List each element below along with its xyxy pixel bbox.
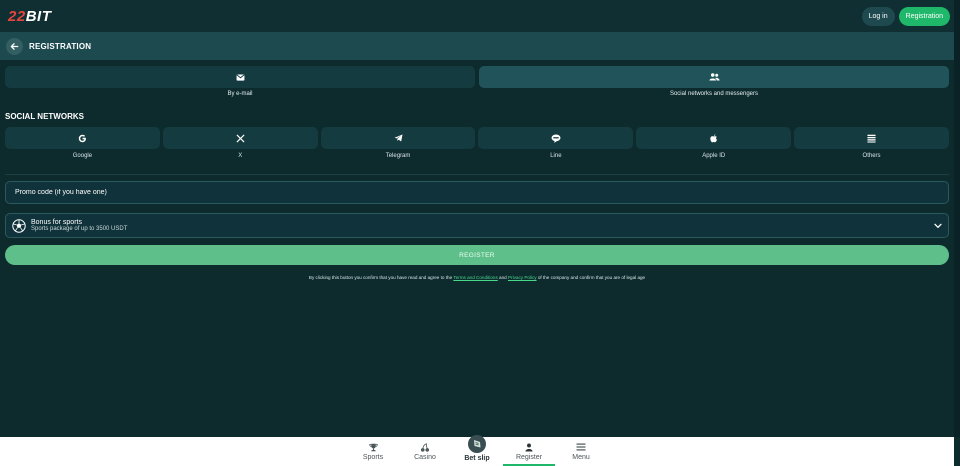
consent-after: of the company and confirm that you are …: [536, 275, 646, 280]
apple-icon: [710, 133, 717, 142]
telegram-label: Telegram: [385, 153, 411, 159]
nav-menu-label: Menu: [572, 453, 590, 461]
arrow-left-icon: [10, 42, 19, 50]
tab-email-label: By e-mail: [227, 91, 253, 97]
cherries-icon: [420, 442, 430, 452]
nav-register[interactable]: Register: [503, 437, 555, 466]
bonus-text: Bonus for sports Sports package of up to…: [31, 219, 929, 233]
nav-register-label: Register: [515, 453, 543, 461]
telegram-button[interactable]: [320, 127, 476, 149]
bottom-navigation: Sports Casino Bet slip Register Menu: [0, 435, 954, 466]
list-icon: [867, 134, 876, 143]
chevron-down-icon: [934, 223, 942, 228]
login-button[interactable]: Log in: [861, 6, 895, 26]
tab-social-label: Social networks and messengers: [669, 91, 759, 97]
social-networks-title: SOCIAL NETWORKS: [5, 112, 84, 121]
line-icon: [551, 133, 561, 143]
nav-casino-label: Casino: [414, 453, 436, 461]
apple-id-label: Apple ID: [702, 153, 726, 159]
tab-email[interactable]: [5, 66, 475, 88]
bonus-subtitle: Sports package of up to 3500 USDT: [31, 226, 128, 233]
scrollbar[interactable]: [954, 0, 960, 437]
nav-sports[interactable]: Sports: [347, 437, 399, 466]
consent-before: By clicking this button you confirm that…: [308, 275, 454, 280]
social-labels: Google X Telegram Line Apple ID Others: [5, 153, 949, 163]
tab-social-networks[interactable]: [479, 66, 949, 88]
line-label: Line: [550, 153, 562, 159]
soccer-ball-icon: [12, 218, 26, 233]
nav-casino[interactable]: Casino: [399, 437, 451, 466]
users-icon: [708, 73, 720, 81]
nav-menu[interactable]: Menu: [555, 437, 607, 466]
x-label: X: [238, 153, 243, 159]
registration-method-tabs: [5, 66, 949, 88]
logo-number: 22: [8, 7, 26, 25]
divider: [5, 174, 949, 175]
hamburger-icon: [576, 443, 586, 452]
others-button[interactable]: [794, 127, 949, 149]
consent-text: By clicking this button you confirm that…: [0, 275, 954, 280]
google-icon: [78, 134, 86, 142]
x-icon: [236, 133, 245, 143]
bonus-title: Bonus for sports: [31, 218, 82, 226]
header-actions: Log in Registration: [861, 6, 950, 26]
promo-code-field[interactable]: [5, 181, 949, 204]
back-button[interactable]: [6, 37, 23, 55]
x-button[interactable]: [162, 127, 318, 149]
user-icon: [525, 443, 533, 452]
social-buttons: [5, 127, 949, 149]
privacy-link[interactable]: Privacy Policy: [508, 275, 537, 280]
method-labels: By e-mail Social networks and messengers: [5, 91, 949, 101]
register-button[interactable]: REGISTER: [5, 245, 949, 265]
terms-link[interactable]: Terms and Conditions: [453, 275, 497, 280]
top-header: 22 BIT Log in Registration: [0, 0, 960, 32]
line-button[interactable]: [478, 127, 634, 149]
bonus-select[interactable]: Bonus for sports Sports package of up to…: [5, 213, 949, 238]
registration-bar: REGISTRATION: [0, 32, 960, 60]
registration-button[interactable]: Registration: [898, 6, 950, 26]
promo-code-input[interactable]: [13, 188, 941, 197]
nav-bet-slip-label: Bet slip: [464, 455, 490, 462]
trophy-icon: [368, 443, 378, 452]
page-title: REGISTRATION: [29, 41, 92, 51]
telegram-icon: [394, 134, 403, 142]
nav-bet-slip[interactable]: Bet slip: [451, 435, 503, 466]
consent-middle: and: [497, 275, 508, 280]
google-label: Google: [72, 153, 93, 159]
logo-text: BIT: [25, 7, 52, 25]
envelope-icon: [236, 73, 244, 81]
logo[interactable]: 22 BIT: [8, 8, 51, 25]
apple-id-button[interactable]: [636, 127, 792, 149]
others-label: Others: [862, 153, 881, 159]
ticket-icon: [468, 435, 486, 453]
nav-sports-label: Sports: [362, 453, 384, 461]
google-button[interactable]: [5, 127, 160, 149]
